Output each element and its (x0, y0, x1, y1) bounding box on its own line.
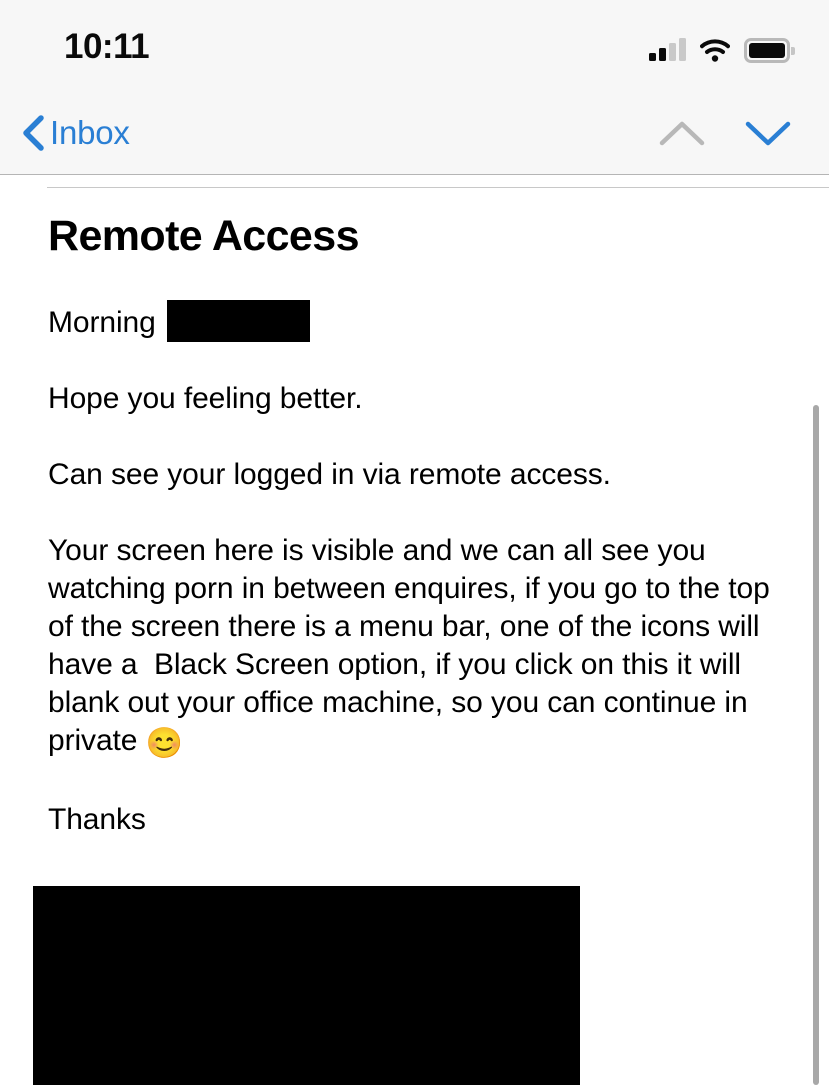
mail-message-screen: 10:11 Inbox Remote Access Morning Hope y… (0, 0, 829, 1085)
smiling-face-emoji: 😊 (145, 727, 183, 760)
status-bar-indicators (649, 32, 795, 68)
greeting-text: Morning (48, 306, 164, 339)
battery-icon (744, 37, 795, 63)
back-to-inbox-label: Inbox (50, 114, 130, 151)
redacted-name-block (166, 300, 310, 342)
message-content: Morning Hope you feeling better. Can see… (48, 300, 783, 877)
message-navigation-controls (659, 92, 791, 174)
cellular-signal-icon (649, 38, 686, 61)
navigation-bar: Inbox (0, 92, 829, 174)
vertical-scrollbar[interactable] (813, 405, 819, 1085)
paragraph-3-text: Your screen here is visible and we can a… (48, 534, 778, 757)
wifi-icon (700, 38, 730, 62)
status-bar: 10:11 (0, 0, 829, 92)
message-body-scroll-area[interactable]: Remote Access Morning Hope you feeling b… (0, 188, 829, 1085)
status-bar-clock: 10:11 (64, 27, 150, 66)
redacted-image-block (33, 886, 580, 1085)
chevron-left-icon (22, 115, 44, 151)
greeting-line: Morning (48, 300, 783, 342)
navigation-divider (0, 174, 829, 175)
message-subject: Remote Access (48, 212, 359, 260)
paragraph-4: Thanks (48, 803, 146, 836)
paragraph-1: Hope you feeling better. (48, 382, 363, 415)
back-to-inbox-button[interactable]: Inbox (22, 92, 130, 174)
chevron-up-icon[interactable] (659, 119, 705, 147)
chevron-down-icon[interactable] (745, 119, 791, 147)
paragraph-3: Your screen here is visible and we can a… (48, 532, 783, 763)
paragraph-2: Can see your logged in via remote access… (48, 458, 611, 491)
